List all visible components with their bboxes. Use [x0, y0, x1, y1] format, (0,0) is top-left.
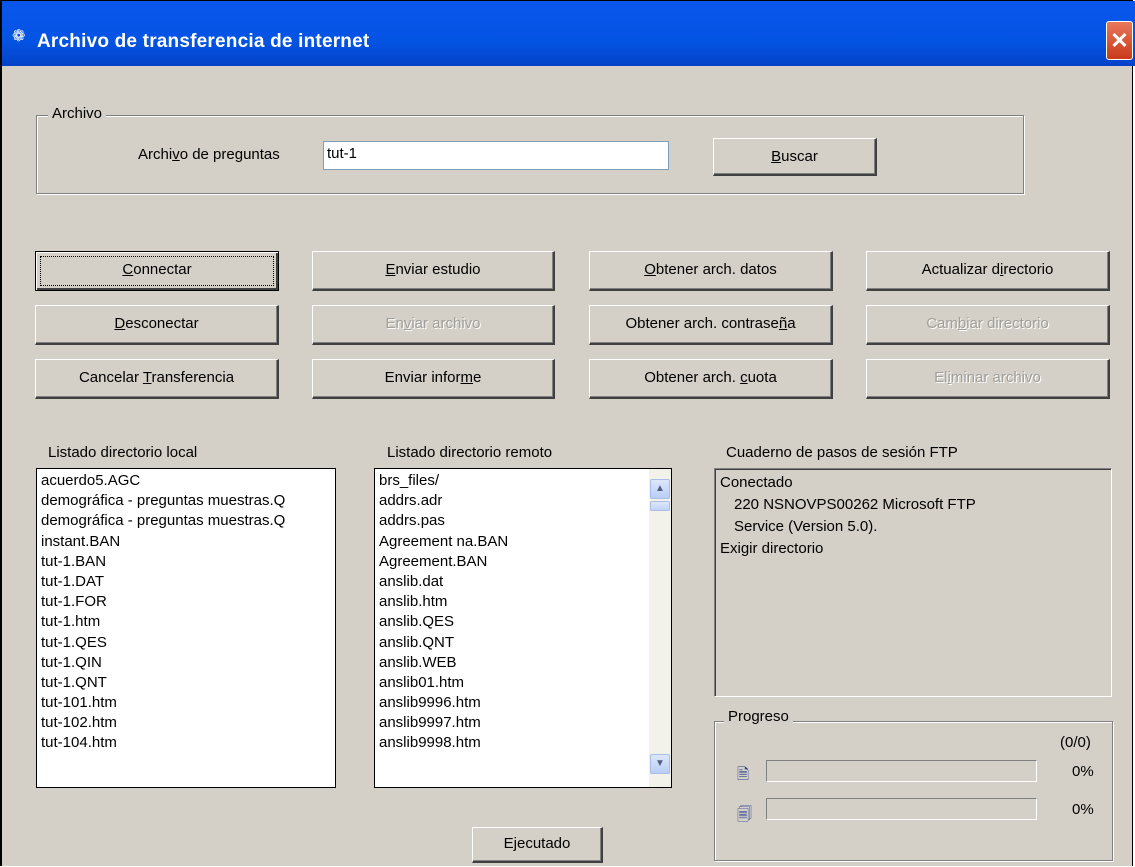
- close-button[interactable]: ✕: [1106, 21, 1133, 60]
- dialog-window: ❁ Archivo de transferencia de internet ✕…: [0, 0, 1135, 866]
- remote-directory-list[interactable]: brs_files/addrs.adr addrs.pas Agreement na…: [374, 468, 672, 788]
- progress-group: [714, 721, 1113, 861]
- list-item[interactable]: anslib9996.htm: [379, 693, 649, 713]
- window-title: Archivo de transferencia de internet: [37, 31, 370, 52]
- list-item[interactable]: instant.BAN: [41, 532, 335, 552]
- list-item[interactable]: anslib01.htm: [379, 673, 649, 693]
- local-list-label: Listado directorio local: [48, 444, 198, 461]
- scroll-up-icon[interactable]: ▲: [650, 479, 670, 499]
- get-data-file-button[interactable]: Obtener arch. datos: [589, 251, 833, 291]
- log-label: Cuaderno de pasos de sesión FTP: [726, 444, 958, 461]
- total-progress-percent: 0%: [1072, 801, 1094, 818]
- list-item[interactable]: anslib.QNT: [379, 633, 649, 653]
- local-directory-list[interactable]: acuerdo5.AGC demográfica - preguntas mues…: [36, 468, 336, 788]
- list-item[interactable]: demográfica - preguntas muestras.Q: [41, 511, 335, 531]
- total-progress-bar: [766, 798, 1037, 820]
- browse-button[interactable]: Buscar: [713, 138, 877, 176]
- change-directory-button[interactable]: Cambiar directorio: [866, 305, 1110, 345]
- list-item[interactable]: Agreement.BAN: [379, 552, 649, 572]
- refresh-directory-button[interactable]: Actualizar directorio: [866, 251, 1110, 291]
- list-item[interactable]: tut-1.BAN: [41, 552, 335, 572]
- disconnect-button[interactable]: Desconectar: [35, 305, 279, 345]
- copy-docs-icon: 🗐: [737, 806, 752, 823]
- log-line: Service (Version 5.0).: [734, 518, 878, 535]
- list-item[interactable]: brs_files/: [379, 471, 649, 491]
- list-item[interactable]: tut-1.QNT: [41, 673, 335, 693]
- list-item[interactable]: tut-1.htm: [41, 612, 335, 632]
- cancel-transfer-button[interactable]: Cancelar Transferencia: [35, 359, 279, 399]
- list-item[interactable]: anslib.htm: [379, 592, 649, 612]
- remote-list-scrollbar[interactable]: ▲ ▼: [649, 469, 671, 787]
- list-item[interactable]: anslib9997.htm: [379, 713, 649, 733]
- list-item[interactable]: tut-1.DAT: [41, 572, 335, 592]
- list-item[interactable]: anslib.dat: [379, 572, 649, 592]
- remote-list-items: brs_files/addrs.adr addrs.pas Agreement na…: [379, 471, 649, 754]
- file-progress-bar: [766, 760, 1037, 782]
- delete-file-button[interactable]: Eliminar archivo: [866, 359, 1110, 399]
- list-item[interactable]: demográfica - preguntas muestras.Q: [41, 491, 335, 511]
- list-item[interactable]: tut-1.QIN: [41, 653, 335, 673]
- scroll-thumb[interactable]: [650, 501, 670, 511]
- list-item[interactable]: tut-1.FOR: [41, 592, 335, 612]
- file-progress-percent: 0%: [1072, 763, 1094, 780]
- list-item[interactable]: acuerdo5.AGC: [41, 471, 335, 491]
- list-item[interactable]: tut-104.htm: [41, 733, 335, 753]
- ftp-icon: ❁: [12, 28, 26, 45]
- send-study-button[interactable]: Enviar estudio: [312, 251, 555, 291]
- get-quota-file-button[interactable]: Obtener arch. cuota: [589, 359, 833, 399]
- connect-button[interactable]: Connectar: [35, 251, 279, 291]
- list-item[interactable]: anslib.WEB: [379, 653, 649, 673]
- list-item[interactable]: addrs.adr: [379, 491, 649, 511]
- send-report-button[interactable]: Enviar informe: [312, 359, 555, 399]
- file-doc-icon: 🗎: [737, 766, 750, 783]
- file-group-legend: Archivo: [48, 105, 107, 122]
- question-file-input[interactable]: tut-1: [323, 141, 669, 170]
- list-item[interactable]: anslib.QES: [379, 612, 649, 632]
- list-item[interactable]: Agreement na.BAN: [379, 532, 649, 552]
- list-item[interactable]: addrs.pas: [379, 511, 649, 531]
- local-list-items: acuerdo5.AGC demográfica - preguntas mues…: [41, 471, 335, 754]
- list-item[interactable]: anslib9998.htm: [379, 733, 649, 753]
- remote-list-label: Listado directorio remoto: [387, 444, 553, 461]
- progress-count: (0/0): [1060, 734, 1091, 751]
- question-file-label: Archivo de preguntas: [138, 146, 280, 163]
- list-item[interactable]: tut-101.htm: [41, 693, 335, 713]
- log-line: Exigir directorio: [720, 540, 824, 557]
- ftp-session-log[interactable]: Conectado 220 NSNOVPS00262 Microsoft FTP…: [714, 468, 1112, 697]
- title-bar[interactable]: ❁ Archivo de transferencia de internet ✕: [2, 1, 1135, 66]
- list-item[interactable]: tut-102.htm: [41, 713, 335, 733]
- log-line: Conectado: [720, 474, 793, 491]
- log-line: 220 NSNOVPS00262 Microsoft FTP: [734, 496, 976, 513]
- scroll-down-icon[interactable]: ▼: [650, 754, 670, 774]
- progress-group-legend: Progreso: [724, 708, 793, 725]
- send-file-button[interactable]: Enviar archivo: [312, 305, 555, 345]
- list-item[interactable]: tut-1.QES: [41, 633, 335, 653]
- done-button[interactable]: Ejecutado: [472, 827, 603, 863]
- get-password-file-button[interactable]: Obtener arch. contraseña: [589, 305, 833, 345]
